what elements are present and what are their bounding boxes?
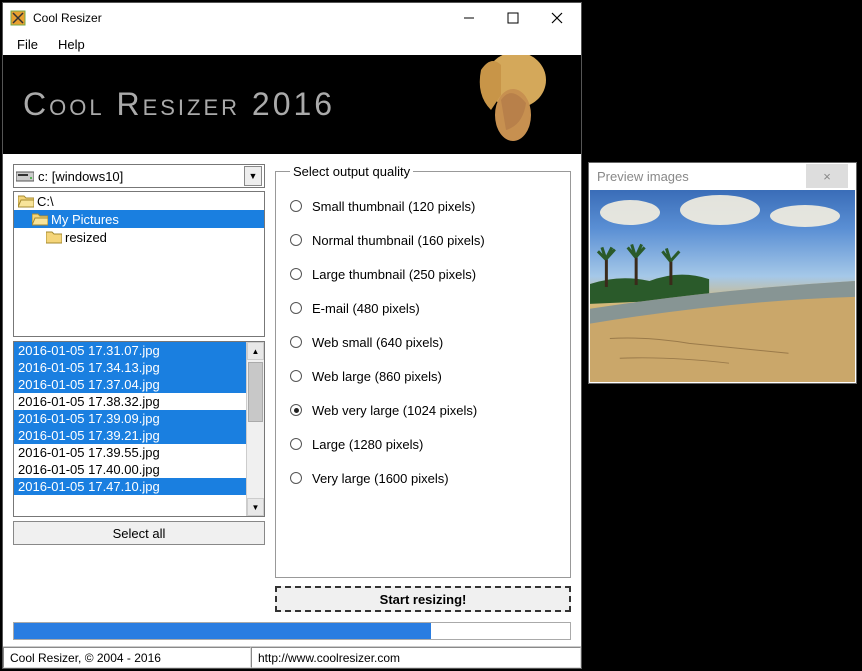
tree-label: C:\ — [37, 194, 54, 209]
preview-window[interactable]: Preview images × — [588, 162, 857, 384]
radio-icon — [290, 336, 302, 348]
quality-option[interactable]: E-mail (480 pixels) — [290, 291, 556, 325]
folder-tree[interactable]: C:\ My Pictures resized — [13, 191, 265, 337]
minimize-button[interactable] — [447, 4, 491, 32]
scroll-up-button[interactable]: ▲ — [247, 342, 264, 360]
main-window: Cool Resizer File Help Cool Resizer 2016… — [2, 2, 582, 669]
file-list[interactable]: 2016-01-05 17.31.07.jpg2016-01-05 17.34.… — [13, 341, 265, 517]
select-all-button[interactable]: Select all — [13, 521, 265, 545]
drive-selector[interactable]: c: [windows10] ▼ — [13, 164, 265, 188]
start-resizing-button[interactable]: Start resizing! — [275, 586, 571, 612]
window-title: Cool Resizer — [33, 11, 447, 25]
quality-label: E-mail (480 pixels) — [312, 301, 420, 316]
status-copyright: Cool Resizer, © 2004 - 2016 — [3, 647, 251, 668]
content: c: [windows10] ▼ C:\ My Pictures resized 2… — [3, 154, 581, 616]
status-url[interactable]: http://www.coolresizer.com — [251, 647, 581, 668]
scroll-down-button[interactable]: ▼ — [247, 498, 264, 516]
menubar: File Help — [3, 33, 581, 55]
quality-label: Normal thumbnail (160 pixels) — [312, 233, 485, 248]
quality-option[interactable]: Web very large (1024 pixels) — [290, 393, 556, 427]
maximize-button[interactable] — [491, 4, 535, 32]
dropdown-arrow-icon[interactable]: ▼ — [244, 166, 262, 186]
radio-icon — [290, 472, 302, 484]
file-item[interactable]: 2016-01-05 17.40.00.jpg — [14, 461, 246, 478]
file-item[interactable]: 2016-01-05 17.37.04.jpg — [14, 376, 246, 393]
titlebar[interactable]: Cool Resizer — [3, 3, 581, 33]
radio-icon — [290, 200, 302, 212]
quality-option[interactable]: Small thumbnail (120 pixels) — [290, 189, 556, 223]
progress-fill — [14, 623, 431, 639]
quality-label: Web small (640 pixels) — [312, 335, 443, 350]
banner-text: Cool Resizer 2016 — [23, 86, 335, 123]
folder-icon — [32, 212, 48, 226]
progress-bar — [13, 622, 571, 640]
progress-wrap — [3, 616, 581, 646]
quality-label: Web very large (1024 pixels) — [312, 403, 477, 418]
quality-label: Large (1280 pixels) — [312, 437, 423, 452]
quality-label: Very large (1600 pixels) — [312, 471, 449, 486]
file-scrollbar[interactable]: ▲ ▼ — [246, 342, 264, 516]
file-item[interactable]: 2016-01-05 17.39.09.jpg — [14, 410, 246, 427]
close-button[interactable] — [535, 4, 579, 32]
quality-group: Select output quality Small thumbnail (1… — [275, 164, 571, 578]
radio-icon — [290, 302, 302, 314]
quality-label: Small thumbnail (120 pixels) — [312, 199, 475, 214]
quality-option[interactable]: Normal thumbnail (160 pixels) — [290, 223, 556, 257]
menu-file[interactable]: File — [7, 35, 48, 54]
banner-image — [451, 55, 571, 154]
quality-legend: Select output quality — [290, 164, 413, 179]
quality-option[interactable]: Very large (1600 pixels) — [290, 461, 556, 495]
app-icon — [9, 9, 27, 27]
file-item[interactable]: 2016-01-05 17.39.55.jpg — [14, 444, 246, 461]
preview-titlebar[interactable]: Preview images × — [589, 163, 856, 189]
radio-icon — [290, 234, 302, 246]
scroll-thumb[interactable] — [248, 362, 263, 422]
quality-label: Web large (860 pixels) — [312, 369, 442, 384]
file-item[interactable]: 2016-01-05 17.38.32.jpg — [14, 393, 246, 410]
right-panel: Select output quality Small thumbnail (1… — [275, 164, 571, 612]
statusbar: Cool Resizer, © 2004 - 2016 http://www.c… — [3, 646, 581, 668]
menu-help[interactable]: Help — [48, 35, 95, 54]
quality-option[interactable]: Large (1280 pixels) — [290, 427, 556, 461]
radio-icon — [290, 268, 302, 280]
folder-icon — [18, 194, 34, 208]
file-item[interactable]: 2016-01-05 17.47.10.jpg — [14, 478, 246, 495]
drive-icon — [16, 169, 34, 183]
drive-label: c: [windows10] — [38, 169, 244, 184]
preview-image — [590, 190, 855, 382]
quality-option[interactable]: Web large (860 pixels) — [290, 359, 556, 393]
quality-label: Large thumbnail (250 pixels) — [312, 267, 476, 282]
radio-icon — [290, 438, 302, 450]
tree-item[interactable]: resized — [14, 228, 264, 246]
preview-close-button[interactable]: × — [806, 164, 848, 188]
banner: Cool Resizer 2016 — [3, 55, 581, 154]
tree-item[interactable]: My Pictures — [14, 210, 264, 228]
file-item[interactable]: 2016-01-05 17.39.21.jpg — [14, 427, 246, 444]
quality-option[interactable]: Web small (640 pixels) — [290, 325, 556, 359]
file-item[interactable]: 2016-01-05 17.34.13.jpg — [14, 359, 246, 376]
preview-title-text: Preview images — [597, 169, 806, 184]
folder-icon — [46, 230, 62, 244]
file-item[interactable]: 2016-01-05 17.31.07.jpg — [14, 342, 246, 359]
tree-item[interactable]: C:\ — [14, 192, 264, 210]
left-panel: c: [windows10] ▼ C:\ My Pictures resized 2… — [13, 164, 265, 612]
radio-icon — [290, 404, 302, 416]
quality-option[interactable]: Large thumbnail (250 pixels) — [290, 257, 556, 291]
radio-icon — [290, 370, 302, 382]
tree-label: resized — [65, 230, 107, 245]
tree-label: My Pictures — [51, 212, 119, 227]
